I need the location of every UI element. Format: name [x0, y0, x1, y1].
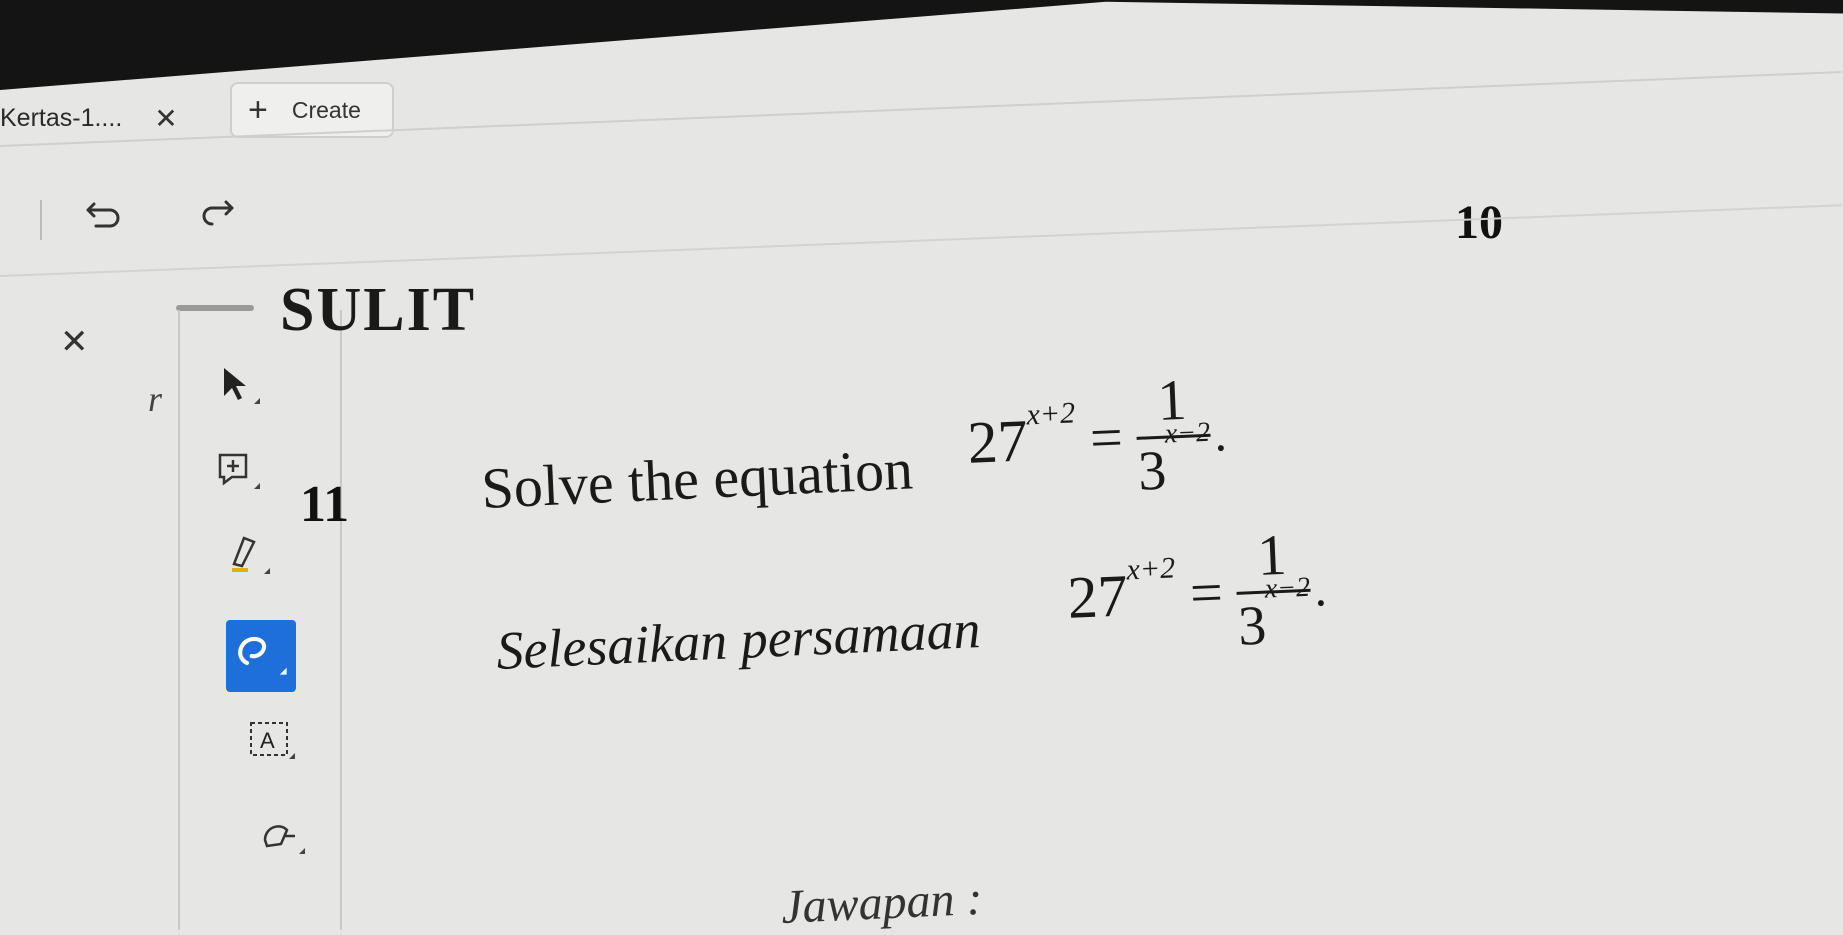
- question-number: 11: [300, 476, 350, 533]
- equation-malay: 27 x+2 = 1 3x−2 .: [1065, 522, 1329, 662]
- denominator-base: 3: [1236, 594, 1268, 658]
- side-panel-letter: r: [148, 379, 163, 419]
- undo-icon[interactable]: [80, 190, 130, 240]
- equation-lhs-exponent: x+2: [1025, 395, 1076, 431]
- create-button-label: Create: [291, 96, 361, 123]
- equation-period: .: [1312, 559, 1328, 617]
- equation-lhs-base: 27: [966, 407, 1029, 476]
- toolbar: [40, 190, 280, 250]
- denominator-exponent: x−2: [1264, 571, 1311, 605]
- plus-icon: +: [248, 91, 268, 129]
- fraction-denominator: 3x−2: [1136, 417, 1213, 503]
- redo-icon[interactable]: [190, 190, 240, 240]
- equation-equals: =: [1088, 404, 1125, 471]
- insert-comment-tool-comment-plus-icon[interactable]: [210, 445, 270, 505]
- question-prompt-english: Solve the equation: [480, 436, 915, 521]
- equation-fraction: 1 3x−2: [1134, 367, 1213, 503]
- equation-equals: =: [1188, 559, 1225, 626]
- denominator-base: 3: [1136, 439, 1168, 503]
- highlighter-tool-highlighter-icon[interactable]: [220, 530, 280, 590]
- stamp-tool-stamp-icon[interactable]: [255, 810, 315, 870]
- fraction-denominator: 3x−2: [1236, 572, 1313, 658]
- equation-lhs-base: 27: [1066, 562, 1129, 631]
- equation-fraction: 1 3x−2: [1234, 522, 1313, 658]
- page-number: 10: [1455, 196, 1503, 249]
- tab-label: Kertas-1....: [0, 103, 123, 132]
- equation-lhs-exponent: x+2: [1125, 550, 1176, 586]
- denominator-exponent: x−2: [1164, 416, 1211, 450]
- select-tool-cursor-arrow-icon[interactable]: [210, 360, 270, 420]
- equation-period: .: [1212, 404, 1228, 462]
- equation-english: 27 x+2 = 1 3x−2 .: [965, 367, 1229, 507]
- tab-kertas[interactable]: Kertas-1.... ✕: [0, 92, 222, 144]
- svg-text:A: A: [260, 728, 275, 753]
- document-header: SULIT: [280, 276, 477, 344]
- answer-label: Jawapan :: [780, 871, 984, 934]
- panel-close-icon[interactable]: ✕: [60, 322, 89, 362]
- toolbar-separator: [40, 200, 42, 240]
- freehand-draw-tool-freehand-icon[interactable]: [226, 620, 296, 692]
- tab-close-icon[interactable]: ✕: [154, 102, 177, 135]
- text-box-tool-text-box-icon[interactable]: A: [245, 715, 305, 775]
- question-prompt-malay: Selesaikan persamaan: [495, 599, 982, 681]
